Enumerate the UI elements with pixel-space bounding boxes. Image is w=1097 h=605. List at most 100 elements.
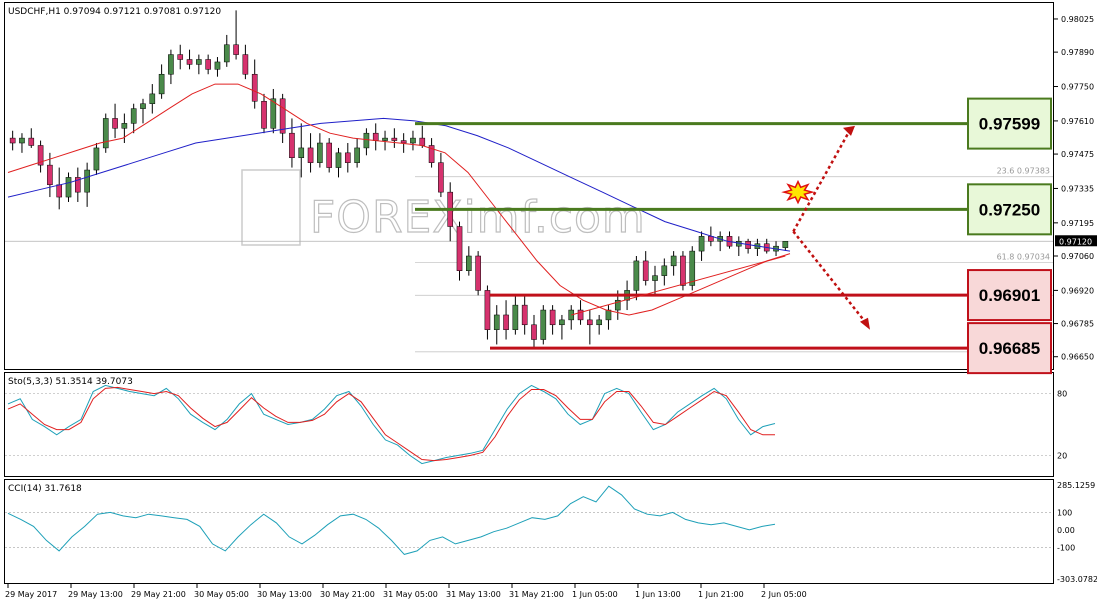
cci-level-label: 285.1259: [1057, 481, 1095, 490]
forex-chart: FOREXimf.com 23.6 0.97383 61.8 0.97034 0.…: [0, 0, 1097, 605]
candle-body: [121, 123, 128, 129]
resistance-label: 0.97599: [979, 115, 1040, 134]
candle-body: [531, 324, 537, 340]
price-tick-label: 0.97890: [1061, 48, 1094, 57]
time-tick-label: 1 Jun 21:00: [698, 590, 744, 599]
cci-pane: [4, 479, 1054, 584]
time-tick-label: 30 May 13:00: [257, 590, 312, 599]
candle-body: [251, 73, 258, 102]
stoch-level-label: 20: [1057, 451, 1067, 460]
candle-body: [93, 147, 100, 171]
candle-body: [9, 137, 16, 144]
cci-level-label: 100: [1057, 508, 1072, 517]
candle-body: [242, 54, 249, 75]
candle-body: [279, 98, 286, 134]
candle-body: [140, 103, 146, 109]
candle-body: [102, 118, 109, 149]
time-tick-label: 30 May 21:00: [320, 590, 375, 599]
candle-body: [363, 132, 370, 149]
price-tick-label: 0.98025: [1061, 15, 1094, 24]
candle-body: [512, 304, 519, 330]
candle-body: [289, 132, 295, 159]
cci-title: CCI(14) 31.7618: [8, 484, 82, 494]
cci-level-label: 0.00: [1057, 526, 1075, 535]
price-tick-label: 0.96920: [1061, 286, 1094, 295]
candle-body: [466, 255, 472, 271]
price-tick-label: 0.97750: [1061, 83, 1094, 92]
candle-body: [186, 59, 193, 65]
price-tick-label: 0.97335: [1061, 184, 1094, 193]
candle-body: [633, 260, 640, 291]
candle-body: [475, 255, 481, 291]
candle-body: [391, 137, 398, 141]
fib-label: 61.8 0.97034: [997, 252, 1050, 261]
candle-body: [521, 304, 528, 326]
candle-body: [596, 319, 602, 326]
main-pane: [4, 2, 1054, 370]
resistance-label: 0.97250: [979, 200, 1040, 219]
candle-body: [177, 54, 184, 60]
candle-body: [419, 137, 426, 146]
candle-body: [549, 309, 556, 326]
cci-level-label: -303.0782: [1057, 575, 1097, 584]
candle-body: [326, 142, 332, 168]
fib-label: 23.6 0.97383: [997, 167, 1050, 176]
candle-body: [540, 309, 547, 340]
price-tick-label: 0.96785: [1061, 320, 1094, 329]
candle-body: [680, 255, 686, 286]
candle-body: [661, 265, 668, 276]
time-tick-label: 31 May 21:00: [509, 590, 564, 599]
price-tick-label: 0.97475: [1061, 150, 1094, 159]
candle-body: [158, 73, 165, 95]
stoch-pane: [4, 372, 1054, 477]
time-tick-label: 2 Jun 05:00: [761, 590, 807, 599]
candle-body: [56, 184, 63, 198]
candle-body: [84, 169, 90, 193]
price-tick-label: 0.97060: [1061, 252, 1094, 261]
candle-body: [698, 236, 705, 252]
candle-body: [493, 314, 500, 330]
candle-body: [261, 101, 267, 129]
stoch-title: Sto(5,3,3) 51.3514 39.7073: [8, 377, 133, 387]
candle-body: [354, 147, 360, 163]
candle-body: [484, 290, 491, 330]
candle-body: [670, 255, 677, 267]
price-tick-label: 0.97610: [1061, 117, 1094, 126]
watermark-text: FOREXimf.com: [310, 192, 646, 243]
time-tick-label: 29 May 13:00: [68, 590, 123, 599]
candle-body: [317, 142, 323, 163]
candle-body: [47, 164, 53, 186]
candle-body: [205, 59, 211, 70]
candle-body: [196, 59, 202, 65]
candle-body: [168, 54, 174, 75]
candle-body: [782, 241, 789, 248]
candle-body: [456, 226, 463, 271]
time-tick-label: 29 May 21:00: [131, 590, 186, 599]
candle-body: [559, 319, 565, 326]
candle-body: [503, 314, 509, 330]
price-tick-label: 0.96650: [1061, 353, 1094, 362]
breakout-star-icon: [781, 179, 815, 205]
time-tick-label: 31 May 13:00: [446, 590, 501, 599]
candle-body: [410, 137, 416, 144]
candle-body: [19, 137, 25, 144]
candle-body: [233, 44, 239, 55]
candle-body: [214, 61, 221, 70]
candle-body: [307, 147, 314, 163]
candle-body: [689, 250, 696, 286]
candle-body: [223, 44, 230, 63]
candle-body: [438, 162, 444, 193]
stoch-level-label: 80: [1057, 390, 1067, 399]
time-tick-label: 31 May 05:00: [383, 590, 438, 599]
time-tick-label: 1 Jun 05:00: [572, 590, 618, 599]
current-price-label: 0.97120: [1059, 237, 1092, 246]
candle-body: [298, 147, 305, 159]
candle-body: [642, 260, 649, 281]
candle-body: [372, 132, 379, 141]
candle-body: [400, 140, 407, 144]
candle-body: [149, 93, 156, 104]
price-tick-label: 0.97195: [1061, 219, 1094, 228]
candle-body: [112, 118, 118, 129]
support-label: 0.96901: [979, 286, 1040, 305]
candle-body: [65, 177, 72, 198]
